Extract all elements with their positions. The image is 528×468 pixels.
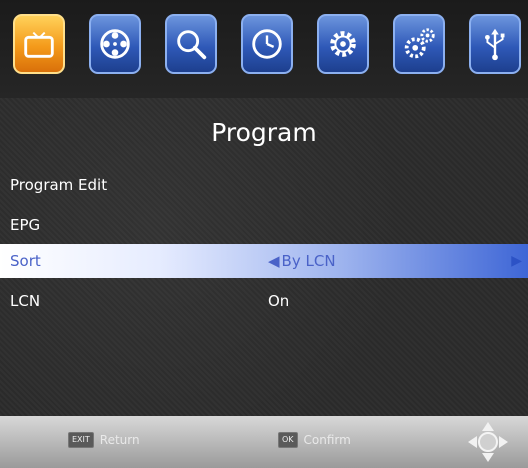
menu-item-epg[interactable]: EPG [0,208,528,242]
menu-item-lcn[interactable]: LCN On [0,284,528,318]
tab-option[interactable] [317,14,369,74]
tab-program[interactable] [13,14,65,74]
menu-item-program-edit[interactable]: Program Edit [0,168,528,202]
arrow-left-icon[interactable]: ◀ [268,252,280,270]
search-icon [177,30,207,60]
usb-icon [485,28,505,61]
lcn-value: On [268,292,290,310]
footer-hint-bar: EXIT Return OK Confirm [0,416,528,468]
confirm-label: Confirm [303,433,351,447]
clock-icon [252,29,282,59]
menu-item-label: EPG [10,216,41,234]
page-title: Program [211,118,317,147]
arrow-right-icon[interactable]: ▶ [511,244,522,278]
program-menu-panel: Program Program Edit EPG Sort ◀ By LCN ▶ … [0,98,528,416]
tab-time[interactable] [241,14,293,74]
film-reel-icon [100,29,130,59]
settings-gear-icon [330,31,356,57]
tab-channel-search[interactable] [165,14,217,74]
return-label: Return [99,433,140,447]
tab-picture[interactable] [89,14,141,74]
tab-usb[interactable] [469,14,521,74]
menu-item-label: Sort [10,252,41,270]
menu-tab-bar [0,0,528,98]
ok-key-icon: OK [278,432,298,448]
tab-system[interactable] [393,14,445,74]
menu-item-sort[interactable]: Sort ◀ By LCN ▶ [0,244,528,278]
sort-value: By LCN [281,252,336,270]
menu-item-label: LCN [10,292,41,310]
menu-item-label: Program Edit [10,176,108,194]
sort-value-selector[interactable]: ◀ By LCN [268,244,336,278]
return-hint: EXIT Return [68,432,140,448]
system-gears-icon [404,28,435,59]
tv-icon [24,31,54,58]
confirm-hint: OK Confirm [278,432,351,448]
exit-key-icon: EXIT [68,432,94,448]
navigation-pad-icon [468,422,508,462]
